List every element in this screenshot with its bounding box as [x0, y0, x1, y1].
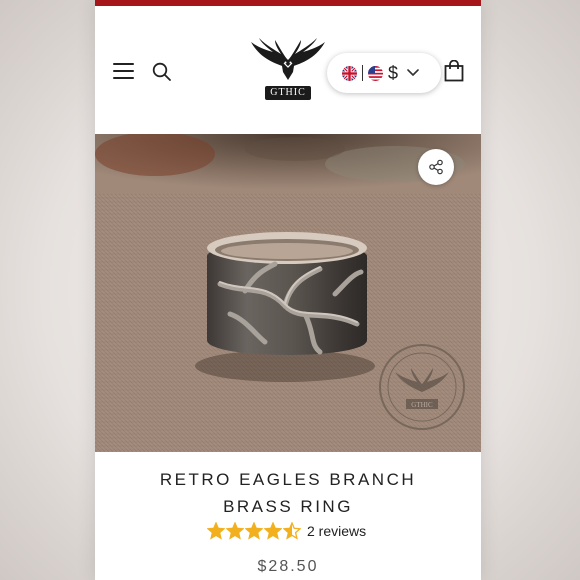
reviews-link[interactable]: 2 reviews [307, 523, 366, 539]
hamburger-menu-icon[interactable] [113, 63, 134, 79]
product-title-line-1: RETRO EAGLES BRANCH [159, 470, 417, 489]
ring-photo: GTHIC [95, 134, 481, 452]
site-header: GTHIC $ [95, 6, 481, 134]
shopping-bag-icon[interactable] [444, 60, 464, 82]
star-icon [226, 522, 244, 540]
currency-selector[interactable]: $ [327, 53, 441, 93]
star-icon [264, 522, 282, 540]
us-flag-icon [368, 65, 383, 81]
star-icon [245, 522, 263, 540]
product-price: $28.50 [257, 558, 319, 575]
gthic-logo[interactable]: GTHIC [247, 38, 329, 104]
eagle-logo-icon [251, 38, 325, 80]
product-title-line-2: BRASS RING [223, 497, 353, 516]
search-icon[interactable] [152, 62, 172, 82]
divider [362, 65, 363, 81]
product-title: RETRO EAGLES BRANCH BRASS RING [95, 466, 481, 520]
watermark-text: GTHIC [411, 401, 433, 409]
currency-symbol: $ [388, 63, 399, 83]
product-rating[interactable]: 2 reviews [207, 521, 366, 541]
uk-flag-icon [342, 65, 357, 81]
share-icon [429, 159, 443, 175]
star-icon [207, 522, 225, 540]
logo-wordmark: GTHIC [265, 86, 311, 100]
chevron-down-icon [407, 69, 419, 76]
share-button[interactable] [418, 149, 454, 185]
phone-frame: GTHIC $ GTHIC RETRO EAGLES BRANCH BRASS … [95, 0, 481, 580]
product-image[interactable]: GTHIC [95, 134, 481, 452]
star-icon [283, 522, 301, 540]
star-rating [207, 522, 302, 540]
